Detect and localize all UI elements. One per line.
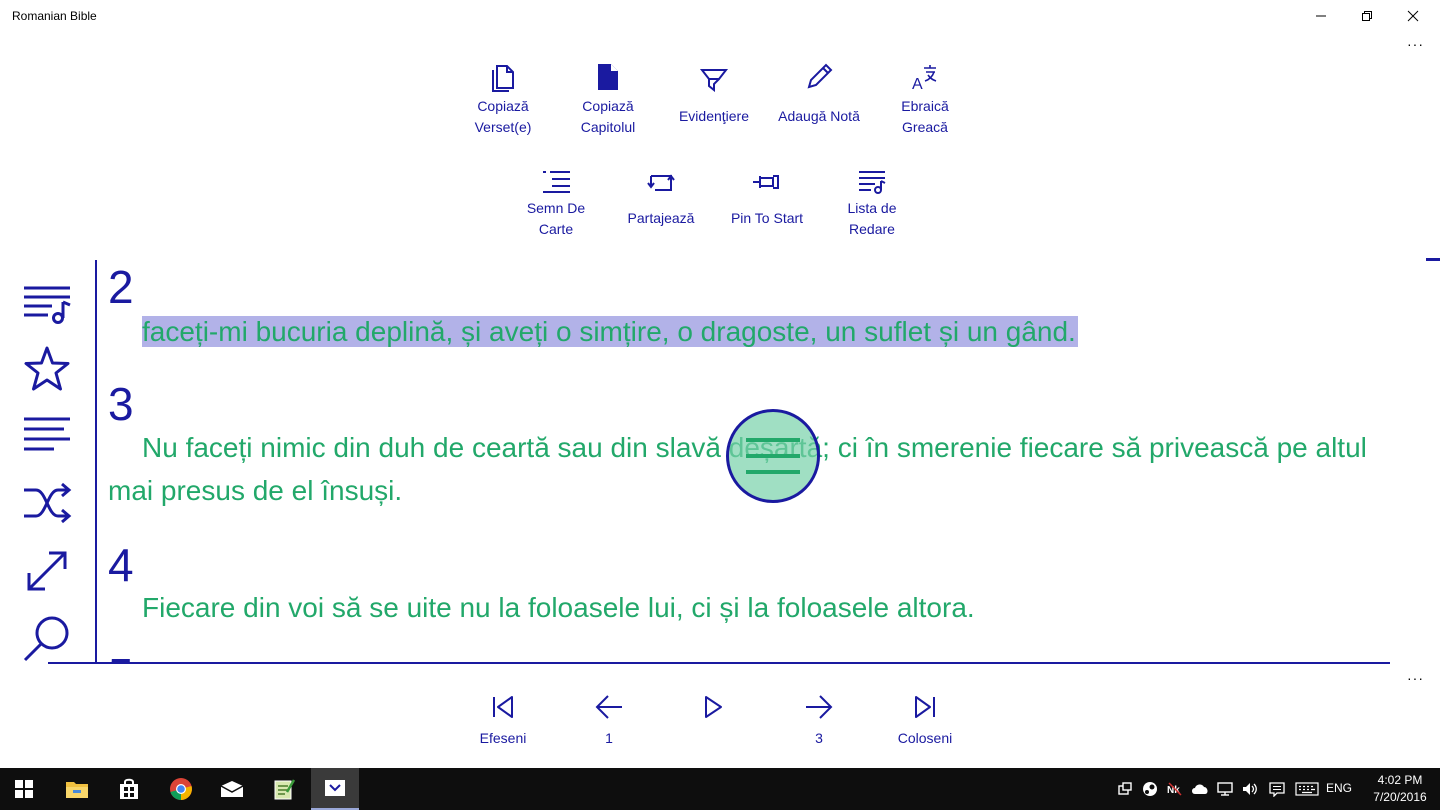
playlist-icon <box>857 160 887 194</box>
display-tray-icon[interactable] <box>1216 780 1234 798</box>
previous-chapter-label: 1 <box>605 730 613 746</box>
title-bar: Romanian Bible <box>0 0 1440 32</box>
next-chapter-label: 3 <box>815 730 823 746</box>
taskbar: Nk ENG 4:02 PM 7/20/2016 <box>0 768 1440 810</box>
last-book-label: Coloseni <box>897 730 953 746</box>
steam-tray-icon[interactable] <box>1141 780 1159 798</box>
restore-button[interactable] <box>1344 0 1390 32</box>
verse-number: 2 <box>108 261 134 313</box>
arrow-right-icon <box>806 695 833 719</box>
hebrew-greek-button[interactable]: A Ebraică Greacă <box>875 58 975 138</box>
verse-text[interactable]: faceți-mi bucuria deplină, și aveți o si… <box>108 310 1383 353</box>
store-button[interactable] <box>105 768 153 810</box>
bookmark-button[interactable]: Semn De Carte <box>506 160 606 240</box>
lines-icon[interactable] <box>22 410 72 456</box>
verse-text[interactable]: Fiecare din voi să se uite nu la foloase… <box>108 586 1383 629</box>
minimize-button[interactable] <box>1298 0 1344 32</box>
action-center-icon[interactable] <box>1268 780 1286 798</box>
playlist-label: Lista de Redare <box>847 200 897 237</box>
share-label: Partajează <box>627 210 695 226</box>
editor-app-button[interactable] <box>260 768 308 810</box>
mail-button[interactable] <box>208 768 256 810</box>
keyboard-tray-icon[interactable] <box>1294 780 1320 798</box>
play-button[interactable] <box>668 694 758 747</box>
highlighter-icon <box>699 58 729 92</box>
document-icon <box>596 58 620 92</box>
network-tray-icon[interactable] <box>1116 780 1134 798</box>
bookmark-label: Semn De Carte <box>526 200 586 237</box>
onedrive-tray-icon[interactable] <box>1191 780 1209 798</box>
notepad-icon <box>274 779 295 800</box>
resize-icon[interactable] <box>22 548 72 594</box>
add-note-label: Adaugă Notă <box>778 108 860 124</box>
translate-icon: A <box>910 58 940 92</box>
bible-app-icon <box>325 780 345 796</box>
verse-number: 3 <box>108 378 134 430</box>
start-button[interactable] <box>0 768 48 810</box>
add-note-button[interactable]: Adaugă Notă <box>769 58 869 127</box>
pin-to-start-label: Pin To Start <box>730 210 804 226</box>
chrome-icon <box>170 778 192 800</box>
copy-chapter-label: Copiază Capitolul <box>580 98 636 135</box>
hebrew-greek-label: Ebraică Greacă <box>901 98 949 135</box>
playlist-sidebar-icon[interactable] <box>22 280 72 326</box>
svg-text:A: A <box>912 76 923 92</box>
first-book-button[interactable]: Efeseni <box>458 694 548 747</box>
skip-forward-icon <box>915 696 935 718</box>
menu-fab-button[interactable] <box>726 409 820 503</box>
previous-chapter-button[interactable]: 1 <box>564 694 654 747</box>
more-options-icon[interactable]: ··· <box>1407 36 1424 52</box>
pin-to-start-button[interactable]: Pin To Start <box>717 160 817 229</box>
content-divider <box>48 662 1390 664</box>
nvidia-tray-icon[interactable]: Nk <box>1166 780 1184 798</box>
clock-time: 4:02 PM <box>1377 773 1423 787</box>
file-explorer-button[interactable] <box>53 768 101 810</box>
windows-icon <box>15 780 33 798</box>
verse-text-highlighted: faceți-mi bucuria deplină, și aveți o si… <box>142 316 1078 347</box>
highlight-button[interactable]: Evidenţiere <box>664 58 764 127</box>
copy-chapter-button[interactable]: Copiază Capitolul <box>558 58 658 138</box>
language-indicator[interactable]: ENG <box>1326 781 1352 795</box>
pin-icon <box>751 160 783 194</box>
verse-number: 4 <box>108 539 134 591</box>
folder-icon <box>66 782 88 798</box>
sidebar-divider <box>95 260 97 664</box>
play-icon <box>705 696 722 718</box>
copy-icon <box>489 58 517 92</box>
share-icon <box>646 160 676 194</box>
clock[interactable]: 4:02 PM 7/20/2016 <box>1368 772 1432 806</box>
star-icon[interactable] <box>22 346 72 392</box>
mail-icon <box>220 781 244 797</box>
close-button[interactable] <box>1390 0 1436 32</box>
pencil-icon <box>804 58 834 92</box>
arrow-left-icon <box>595 695 622 719</box>
search-icon[interactable] <box>22 614 72 662</box>
highlight-label: Evidenţiere <box>678 108 750 124</box>
scroll-indicator <box>1426 258 1440 261</box>
verse-number: 5 <box>108 650 134 662</box>
app-title: Romanian Bible <box>12 9 97 23</box>
skip-back-icon <box>493 696 513 718</box>
clock-date: 7/20/2016 <box>1373 790 1427 804</box>
chrome-button[interactable] <box>157 768 205 810</box>
playlist-button[interactable]: Lista de Redare <box>822 160 922 240</box>
next-chapter-button[interactable]: 3 <box>774 694 864 747</box>
copy-verses-button[interactable]: Copiază Verset(e) <box>453 58 553 138</box>
last-book-button[interactable]: Coloseni <box>880 694 970 747</box>
store-icon <box>120 778 138 799</box>
menu-lines-icon <box>746 438 800 474</box>
first-book-label: Efeseni <box>479 730 527 746</box>
more-options-bottom-icon[interactable]: ··· <box>1407 670 1424 686</box>
volume-tray-icon[interactable] <box>1241 780 1259 798</box>
copy-verses-label: Copiază Verset(e) <box>474 98 532 135</box>
share-button[interactable]: Partajează <box>611 160 711 229</box>
app-window: Romanian Bible ··· Copiază Verset(e) Cop… <box>0 0 1440 768</box>
shuffle-icon[interactable] <box>22 480 72 526</box>
romanian-bible-taskbar-button[interactable] <box>311 768 359 810</box>
bookmark-list-icon <box>541 160 571 194</box>
